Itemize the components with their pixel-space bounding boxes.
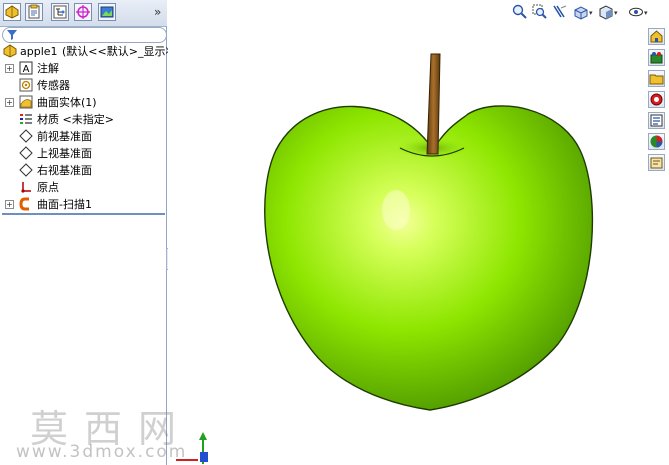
search-tab[interactable] [648,91,665,108]
display-manager-icon [100,6,114,18]
dimxpert-crosshair-icon [76,5,90,19]
configuration-manager-tab[interactable] [51,3,69,21]
file-explorer-icon [649,74,664,85]
tree-item-sweep-surface[interactable]: + 曲面-扫描1 [0,196,167,213]
custom-properties-icon [650,157,663,169]
view-palette-icon [650,114,663,127]
annotation-icon: A [19,61,33,75]
tree-item-label: 曲面-扫描1 [37,198,92,211]
display-manager-tab[interactable] [98,3,116,21]
view-orientation-icon[interactable] [573,4,589,20]
tree-item-sensors[interactable]: 传感器 [0,77,167,94]
part-name: apple1 [20,45,58,58]
sweep-surface-icon [19,197,29,211]
hide-show-icon[interactable] [628,4,644,20]
tree-item-label: 曲面实体(1) [37,96,97,109]
part-configuration: (默认<<默认>_显示状 [62,45,177,58]
expand-toggle[interactable]: + [5,64,14,73]
tree-item-label: 上视基准面 [37,147,92,160]
plane-icon [19,146,33,160]
tree-item-label: 前视基准面 [37,130,92,143]
zoom-to-fit-icon[interactable] [512,4,528,20]
feature-manager-panel: » apple1 (默认<<默认>_显示状 + A 注解 传感器 + 曲面实体(… [0,0,176,465]
view-orientation-dropdown-icon[interactable]: ▾ [589,9,593,17]
tree-filter-input[interactable] [2,27,167,43]
design-library-tab[interactable] [648,49,665,66]
dimxpert-manager-tab[interactable] [74,3,92,21]
custom-properties-tab[interactable] [648,154,665,171]
tree-item-front-plane[interactable]: 前视基准面 [0,128,167,145]
plane-icon [19,129,33,143]
design-library-icon [650,52,663,64]
display-style-dropdown-icon[interactable]: ▾ [614,9,618,17]
display-style-icon[interactable] [598,4,614,20]
tree-item-label: 传感器 [37,79,70,92]
plane-icon [19,163,33,177]
sensor-icon [19,78,33,92]
tree-item-label: 材质 <未指定> [37,113,114,126]
solidworks-resources-tab[interactable] [648,28,665,45]
search-icon [650,93,663,106]
panel-tab-bar: » [0,0,167,27]
section-view-icon[interactable] [552,4,568,20]
task-pane-tabs [645,24,667,174]
view-palette-tab[interactable] [648,112,665,129]
material-icon [20,114,32,124]
svg-text:A: A [23,64,30,75]
tree-item-surface-bodies[interactable]: + 曲面实体(1) [0,94,167,111]
feature-manager-icon [5,5,19,19]
tree-item-material[interactable]: 材质 <未指定> [0,111,167,128]
property-manager-icon [28,4,40,19]
heads-up-view-toolbar: ▾ ▾ ▾ [512,4,667,22]
solidworks-resources-icon [650,30,663,43]
property-manager-tab[interactable] [25,3,43,21]
tree-item-annotations[interactable]: + A 注解 [0,60,167,77]
more-tabs-chevron-icon[interactable]: » [154,5,161,19]
origin-icon [21,182,31,193]
graphics-area[interactable]: ▾ ▾ ▾ [168,0,669,465]
zoom-to-area-icon[interactable] [532,4,548,20]
tree-item-label: 右视基准面 [37,164,92,177]
part-icon [3,44,17,58]
filter-funnel-icon [7,30,17,40]
apple-model[interactable] [168,0,669,465]
expand-toggle[interactable]: + [5,200,14,209]
appearances-tab[interactable] [648,133,665,150]
watermark-url: www.3dmox.com [16,442,188,462]
configuration-manager-icon [53,5,67,19]
rollback-bar[interactable] [2,213,165,215]
surface-bodies-icon [19,95,33,109]
expand-toggle[interactable]: + [5,98,14,107]
tree-item-origin[interactable]: 原点 [0,179,167,196]
tree-item-label: 注解 [37,62,59,75]
feature-manager-tab[interactable] [3,3,21,21]
tree-item-label: 原点 [37,181,59,194]
tree-item-right-plane[interactable]: 右视基准面 [0,162,167,179]
appearances-icon [650,135,663,148]
file-explorer-tab[interactable] [648,70,665,87]
hide-show-dropdown-icon[interactable]: ▾ [644,9,648,17]
tree-item-top-plane[interactable]: 上视基准面 [0,145,167,162]
tree-root-part[interactable]: apple1 (默认<<默认>_显示状 [0,43,176,60]
